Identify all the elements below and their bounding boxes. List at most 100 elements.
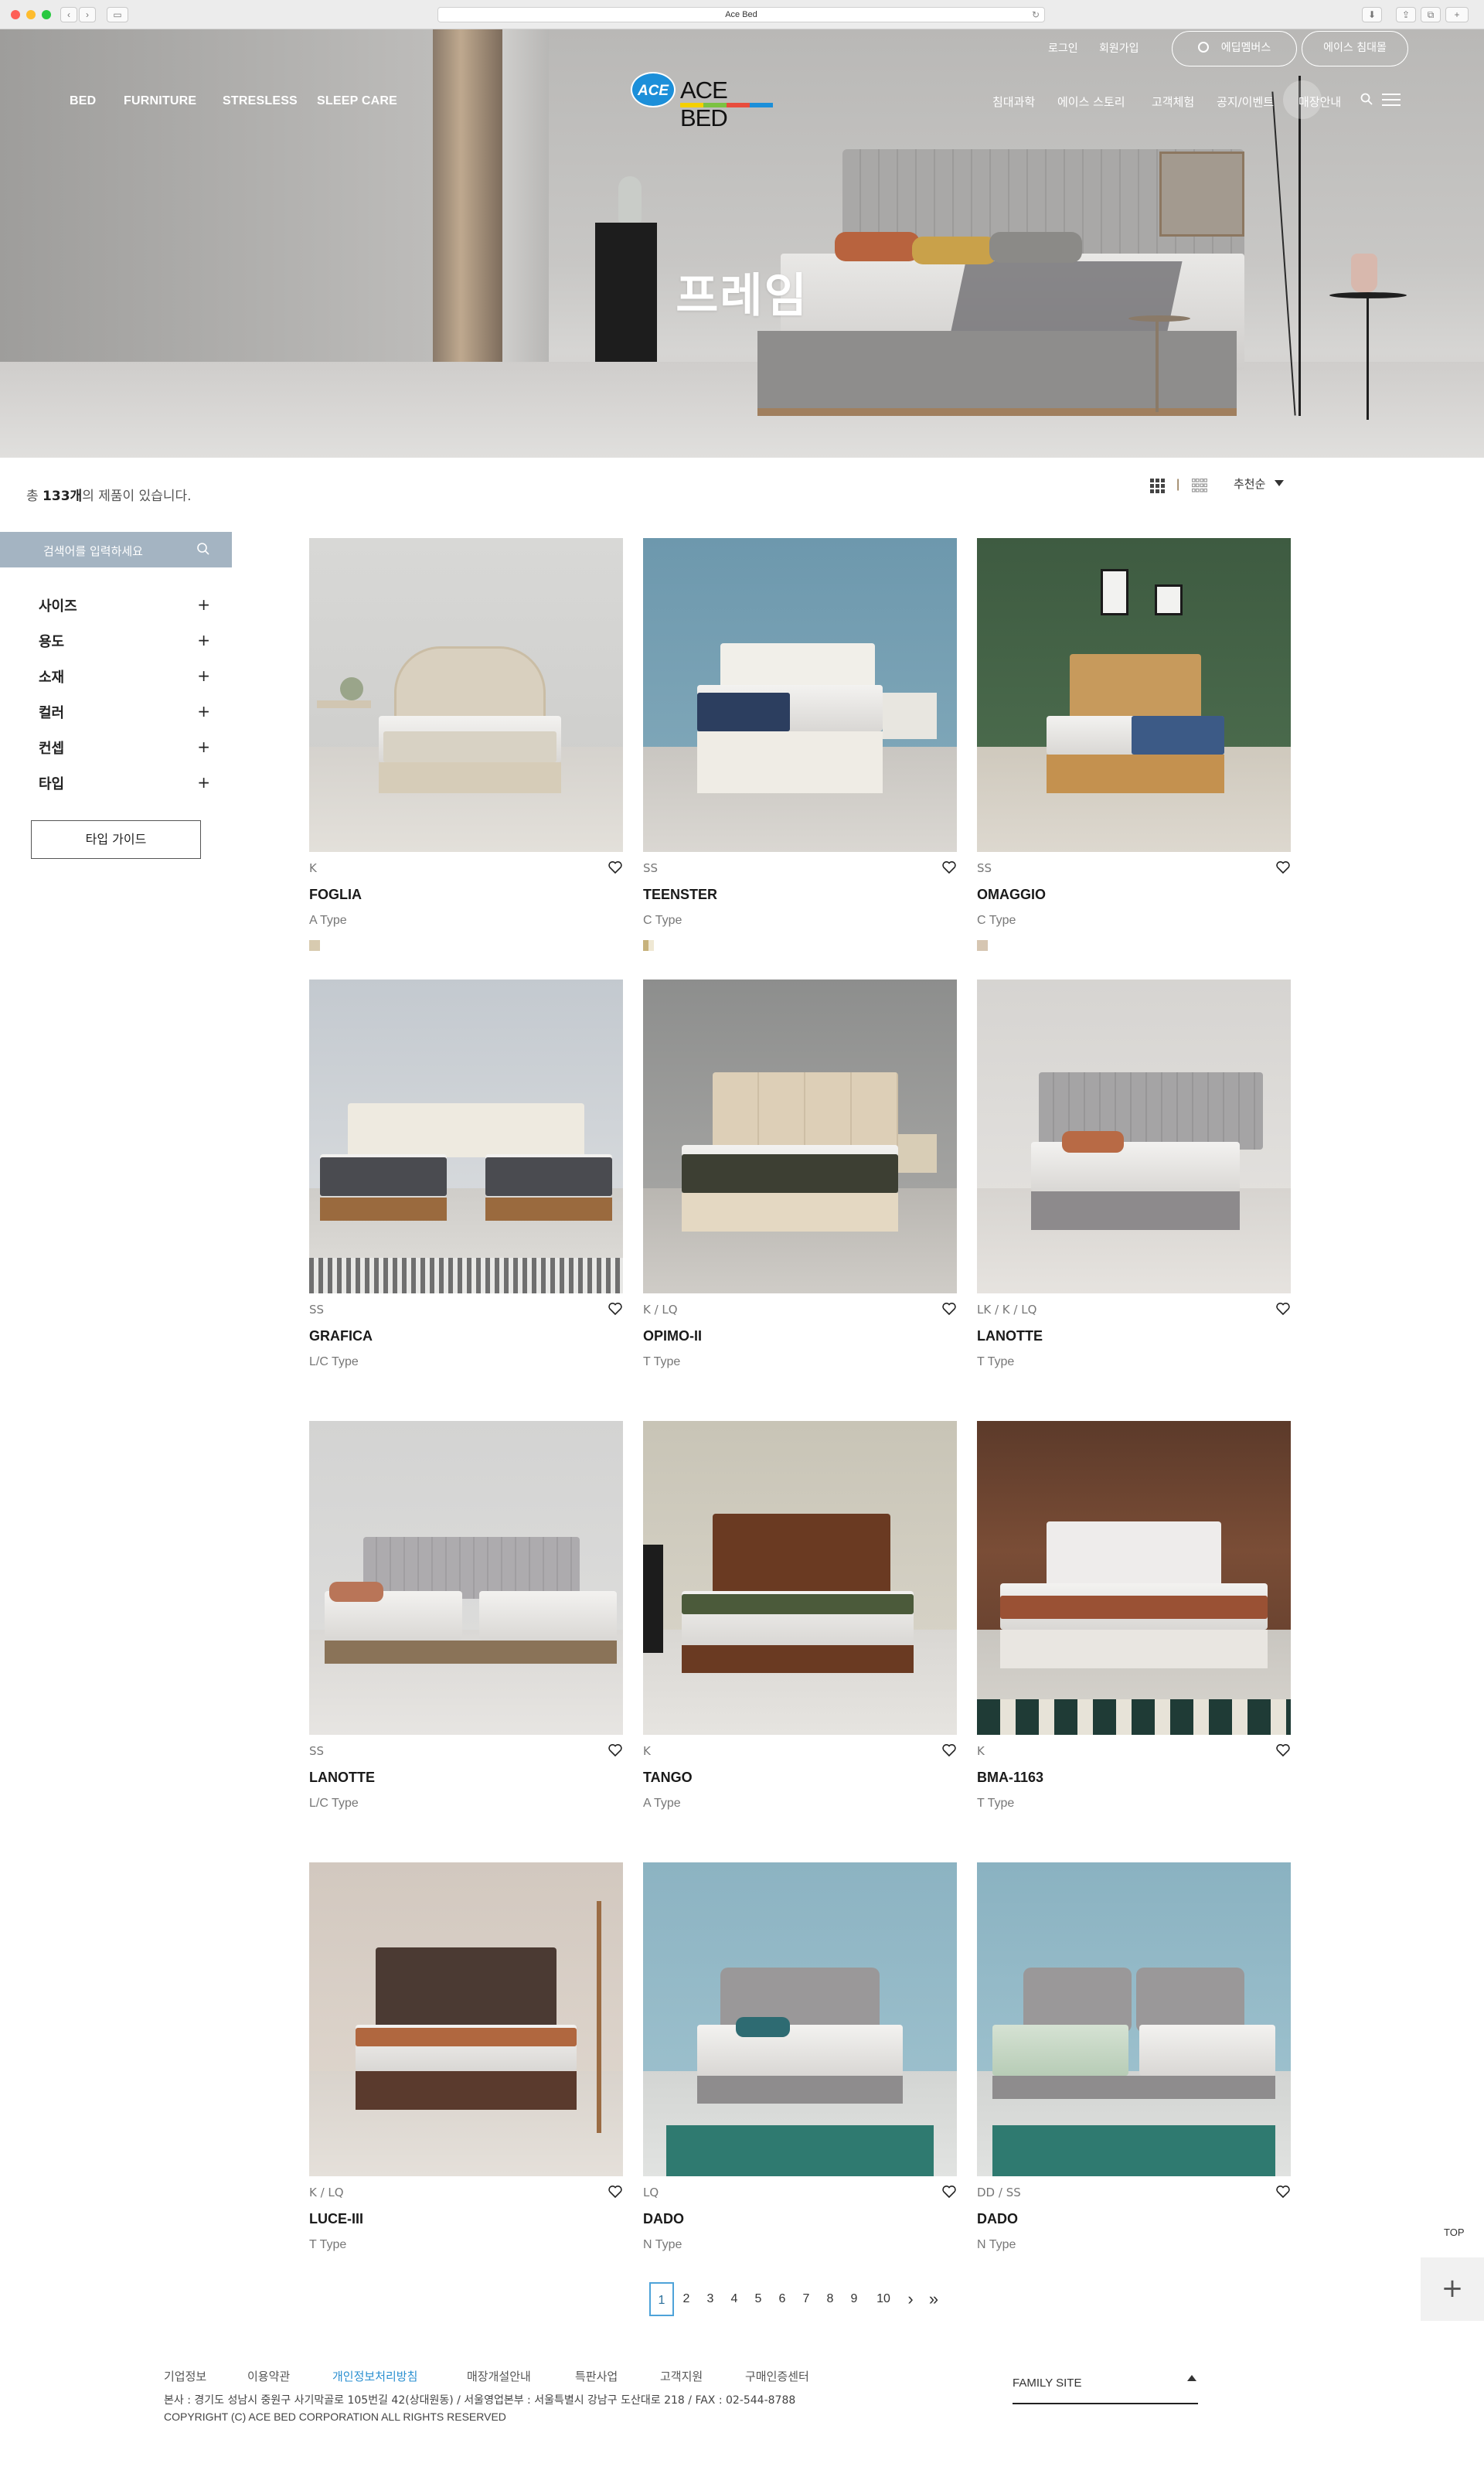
product-card[interactable]: K BMA-1163 T Type xyxy=(977,1421,1291,1862)
product-name[interactable]: DADO xyxy=(643,2211,684,2227)
product-image[interactable] xyxy=(977,980,1291,1293)
product-card[interactable]: LK / K / LQ LANOTTE T Type xyxy=(977,980,1291,1420)
product-name[interactable]: FOGLIA xyxy=(309,887,362,903)
product-card[interactable]: K TANGO A Type xyxy=(643,1421,957,1862)
family-site-dropdown[interactable]: FAMILY SITE xyxy=(1013,2370,1198,2404)
heart-icon[interactable] xyxy=(941,1743,957,1758)
footer-link-purchase-verify[interactable]: 구매인증센터 xyxy=(745,2368,809,2384)
product-image[interactable] xyxy=(309,1421,623,1735)
nav-experience[interactable]: 고객체험 xyxy=(1152,94,1194,110)
product-name[interactable]: TANGO xyxy=(643,1770,693,1786)
product-card[interactable]: SS OMAGGIO C Type xyxy=(977,538,1291,979)
nav-bed-science[interactable]: 침대과학 xyxy=(992,94,1035,110)
product-image[interactable] xyxy=(309,538,623,852)
mall-button[interactable]: 에이스 침대몰 xyxy=(1302,31,1408,66)
product-card[interactable]: SS LANOTTE L/C Type xyxy=(309,1421,623,1862)
plus-icon[interactable]: + xyxy=(197,666,210,685)
plus-icon[interactable]: + xyxy=(197,702,210,721)
heart-icon[interactable] xyxy=(608,860,623,875)
back-icon[interactable]: ‹ xyxy=(60,7,77,22)
footer-link-store-open[interactable]: 매장개설안내 xyxy=(467,2368,531,2384)
nav-bed[interactable]: BED xyxy=(70,94,96,108)
page-10[interactable]: 10 xyxy=(868,2282,899,2316)
search-icon[interactable] xyxy=(1360,93,1373,105)
filter-color[interactable]: 컬러 + xyxy=(39,702,210,725)
reload-icon[interactable]: ↻ xyxy=(1032,8,1040,22)
last-page-icon[interactable]: » xyxy=(921,2282,946,2316)
nav-ace-story[interactable]: 에이스 스토리 xyxy=(1057,94,1125,110)
zoom-window-button[interactable] xyxy=(42,10,51,19)
share-icon[interactable]: ⇪ xyxy=(1396,7,1416,22)
page-1[interactable]: 1 xyxy=(649,2282,674,2316)
search-input[interactable]: 검색어를 입력하세요 xyxy=(43,543,143,559)
color-swatch[interactable] xyxy=(309,940,320,951)
signup-link[interactable]: 회원가입 xyxy=(1099,40,1139,56)
product-image[interactable] xyxy=(977,538,1291,852)
sidebar-toggle-icon[interactable]: ▭ xyxy=(107,7,128,22)
page-7[interactable]: 7 xyxy=(794,2282,819,2316)
page-8[interactable]: 8 xyxy=(818,2282,842,2316)
product-card[interactable]: LQ DADO N Type xyxy=(643,1862,957,2303)
nav-sleep-care[interactable]: SLEEP CARE xyxy=(317,94,397,108)
product-name[interactable]: OPIMO-II xyxy=(643,1328,702,1344)
product-image[interactable] xyxy=(643,1421,957,1735)
filter-concept[interactable]: 컨셉 + xyxy=(39,738,210,761)
page-6[interactable]: 6 xyxy=(770,2282,795,2316)
page-9[interactable]: 9 xyxy=(842,2282,866,2316)
product-card[interactable]: SS TEENSTER C Type xyxy=(643,538,957,979)
product-card[interactable]: K / LQ OPIMO-II T Type xyxy=(643,980,957,1420)
heart-icon[interactable] xyxy=(608,1301,623,1317)
heart-icon[interactable] xyxy=(1275,1301,1291,1317)
product-name[interactable]: GRAFICA xyxy=(309,1328,373,1344)
hamburger-icon[interactable] xyxy=(1382,94,1401,107)
footer-link-terms[interactable]: 이용약관 xyxy=(247,2368,290,2384)
login-link[interactable]: 로그인 xyxy=(1048,40,1078,56)
heart-icon[interactable] xyxy=(1275,2184,1291,2199)
plus-icon[interactable]: + xyxy=(197,773,210,792)
heart-icon[interactable] xyxy=(941,860,957,875)
product-name[interactable]: LANOTTE xyxy=(309,1770,375,1786)
minimize-window-button[interactable] xyxy=(26,10,36,19)
product-name[interactable]: DADO xyxy=(977,2211,1018,2227)
filter-material[interactable]: 소재 + xyxy=(39,666,210,690)
page-2[interactable]: 2 xyxy=(674,2282,699,2316)
product-image[interactable] xyxy=(643,980,957,1293)
product-name[interactable]: LANOTTE xyxy=(977,1328,1043,1344)
nav-store[interactable]: 매장안내 xyxy=(1298,94,1341,110)
download-icon[interactable]: ⬇ xyxy=(1362,7,1382,22)
product-card[interactable]: SS GRAFICA L/C Type xyxy=(309,980,623,1420)
footer-link-company[interactable]: 기업정보 xyxy=(164,2368,206,2384)
plus-icon[interactable]: + xyxy=(1421,2257,1484,2321)
search-icon[interactable] xyxy=(196,542,210,556)
nav-furniture[interactable]: FURNITURE xyxy=(124,94,196,108)
scroll-top-button[interactable]: TOP xyxy=(1444,2227,1465,2238)
product-card[interactable]: K / LQ LUCE-III T Type xyxy=(309,1862,623,2303)
footer-link-support[interactable]: 고객지원 xyxy=(660,2368,703,2384)
filter-type[interactable]: 타입 + xyxy=(39,773,210,796)
color-swatch[interactable] xyxy=(977,940,988,951)
product-image[interactable] xyxy=(309,980,623,1293)
sidebar-search[interactable]: 검색어를 입력하세요 xyxy=(0,532,232,567)
grid-3col-icon[interactable] xyxy=(1150,479,1166,494)
product-name[interactable]: BMA-1163 xyxy=(977,1770,1043,1786)
address-bar[interactable]: Ace Bed ↻ xyxy=(437,7,1045,22)
ace-bed-logo[interactable]: ACE ACE BED xyxy=(631,72,774,131)
heart-icon[interactable] xyxy=(1275,860,1291,875)
membership-button[interactable]: 에딥멤버스 xyxy=(1172,31,1297,66)
product-image[interactable] xyxy=(643,1862,957,2176)
product-card[interactable]: DD / SS DADO N Type xyxy=(977,1862,1291,2303)
color-swatch[interactable] xyxy=(643,940,654,951)
plus-icon[interactable]: + xyxy=(197,631,210,649)
footer-link-privacy[interactable]: 개인정보처리방침 xyxy=(332,2368,417,2384)
product-name[interactable]: TEENSTER xyxy=(643,887,717,903)
type-guide-button[interactable]: 타입 가이드 xyxy=(31,820,201,859)
heart-icon[interactable] xyxy=(608,1743,623,1758)
plus-icon[interactable]: + xyxy=(197,595,210,614)
page-4[interactable]: 4 xyxy=(722,2282,747,2316)
nav-notice-event[interactable]: 공지/이벤트 xyxy=(1217,94,1274,110)
heart-icon[interactable] xyxy=(608,2184,623,2199)
heart-icon[interactable] xyxy=(1275,1743,1291,1758)
heart-icon[interactable] xyxy=(941,1301,957,1317)
product-name[interactable]: LUCE-III xyxy=(309,2211,363,2227)
product-image[interactable] xyxy=(977,1862,1291,2176)
